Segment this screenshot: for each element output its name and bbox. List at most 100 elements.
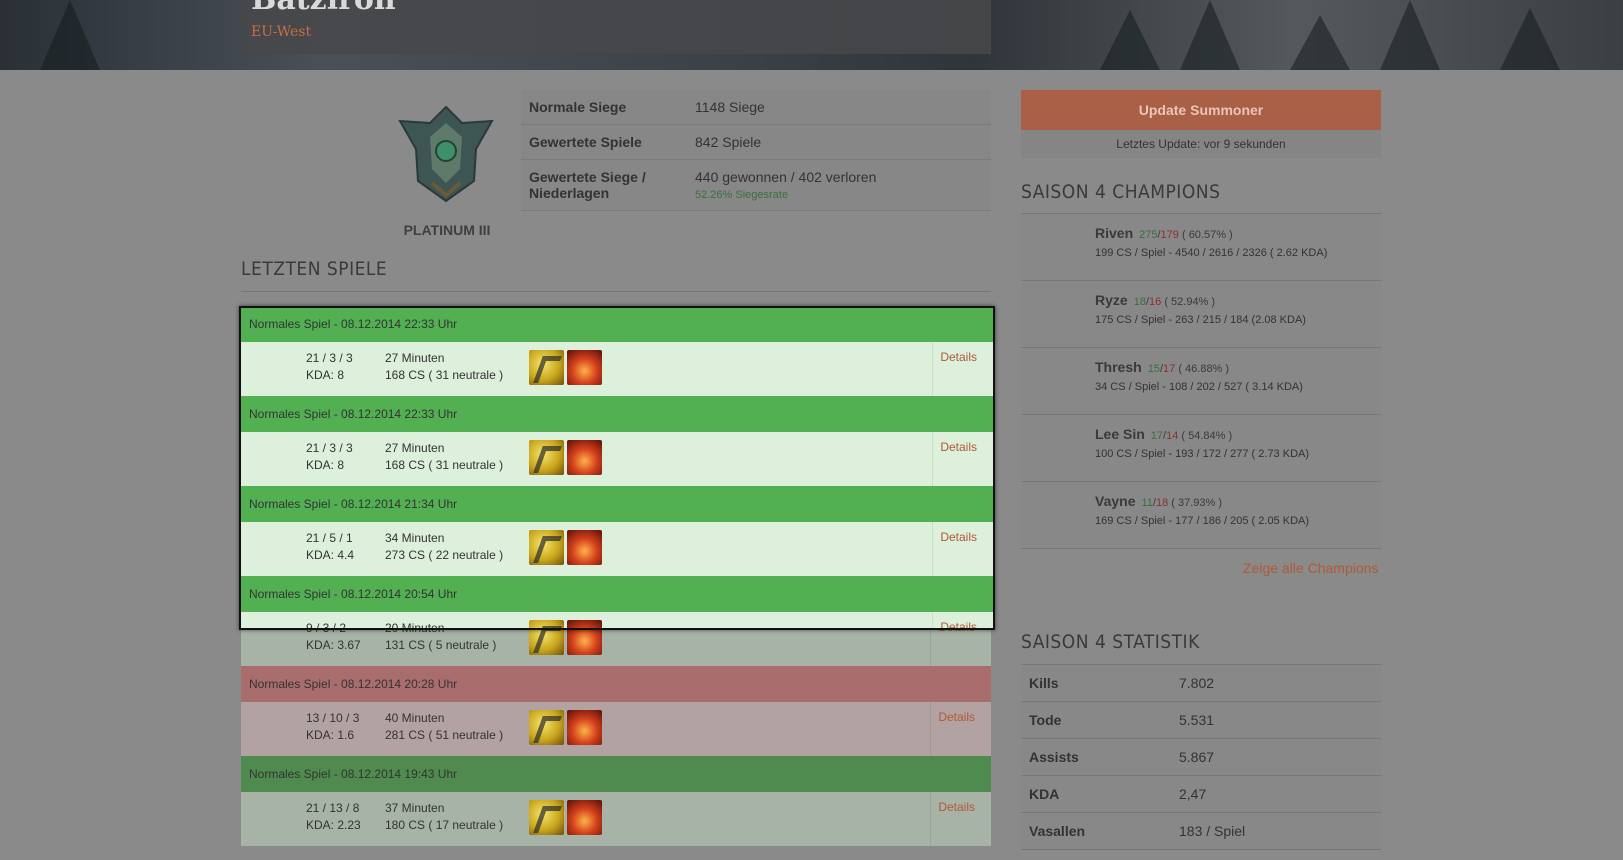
kda-ratio: KDA: 8 bbox=[306, 368, 345, 382]
champion-record: 18/16 ( 52.94% ) bbox=[1133, 296, 1216, 308]
game-details-link[interactable]: Details bbox=[938, 710, 975, 724]
champion-name: Riven bbox=[1095, 225, 1134, 241]
champion-wins: 18 bbox=[1133, 296, 1146, 308]
creep-score: 273 CS ( 22 neutrale ) bbox=[385, 548, 504, 562]
game-kda: 21 / 5 / 1 KDA: 4.4 bbox=[306, 530, 354, 564]
game-duration: 27 Minuten 168 CS ( 31 neutrale ) bbox=[385, 350, 503, 384]
champion-losses: 16 bbox=[1149, 296, 1162, 308]
creep-score: 131 CS ( 5 neutrale ) bbox=[385, 638, 497, 652]
divider bbox=[932, 342, 933, 396]
champion-name: Vayne bbox=[1095, 493, 1136, 509]
season-stat-row: Vasallen 183 / Spiel bbox=[1021, 813, 1381, 850]
stats-row: Gewertete Spiele 842 Spiele bbox=[521, 125, 991, 160]
update-summoner-button[interactable]: Update Summoner bbox=[1021, 90, 1381, 130]
champion-row: Vayne 11/18 ( 37.93% ) 169 CS / Spiel - 17… bbox=[1021, 482, 1381, 549]
season-stat-row: KDA 2,47 bbox=[1021, 776, 1381, 813]
game-details-link[interactable]: Details bbox=[940, 440, 977, 454]
champion-name: Ryze bbox=[1095, 292, 1128, 308]
game-duration: 27 Minuten 168 CS ( 31 neutrale ) bbox=[385, 440, 503, 474]
duration: 40 Minuten bbox=[385, 711, 445, 725]
stats-value: 842 Spiele bbox=[695, 134, 762, 150]
ignite-icon bbox=[567, 440, 602, 475]
champion-record: 15/17 ( 46.88% ) bbox=[1147, 363, 1230, 375]
game-kda: 9 / 3 / 2KDA: 3.67 bbox=[306, 620, 361, 628]
game-kda: 13 / 10 / 3 KDA: 1.6 bbox=[306, 710, 359, 744]
highlighted-games-popup: Normales Spiel - 08.12.2014 22:33 Uhr 21 … bbox=[239, 306, 995, 630]
champion-record: 17/14 ( 54.84% ) bbox=[1150, 430, 1233, 442]
ignite-icon bbox=[567, 800, 602, 835]
summoner-header-box: Batzlron EU-West bbox=[241, 0, 991, 54]
platinum-emblem-icon bbox=[398, 105, 494, 203]
ignite-icon bbox=[567, 710, 602, 745]
game-details-link[interactable]: Details bbox=[940, 530, 977, 544]
ignite-icon bbox=[567, 350, 602, 385]
game-details-link[interactable]: Details bbox=[940, 350, 977, 364]
game-entry: Normales Spiel - 08.12.2014 19:43 Uhr 21 … bbox=[241, 756, 991, 846]
divider bbox=[930, 792, 931, 846]
stats-label: Gewertete Spiele bbox=[529, 134, 642, 150]
duration: 37 Minuten bbox=[385, 801, 445, 815]
champion-row: Ryze 18/16 ( 52.94% ) 175 CS / Spiel - 263… bbox=[1021, 281, 1381, 348]
divider bbox=[932, 432, 933, 486]
season-stat-value: 2,47 bbox=[1179, 786, 1207, 802]
champion-name-line: Riven 275/179 ( 60.57% ) bbox=[1095, 225, 1233, 241]
recent-games-title: LETZTEN SPIELE bbox=[241, 258, 388, 280]
game-details-link[interactable]: Details bbox=[938, 800, 975, 814]
kda-ratio: KDA: 4.4 bbox=[306, 548, 355, 562]
champion-win-rate: ( 60.57% ) bbox=[1181, 229, 1233, 241]
champion-record: 11/18 ( 37.93% ) bbox=[1141, 497, 1223, 509]
season-stat-label: Tode bbox=[1029, 712, 1062, 728]
popup-games-list: Normales Spiel - 08.12.2014 22:33 Uhr 21 … bbox=[241, 308, 993, 628]
summoner-spells bbox=[529, 530, 602, 565]
creep-score: 168 CS ( 31 neutrale ) bbox=[385, 368, 504, 382]
game-body: 21 / 13 / 8 KDA: 2.23 37 Minuten 180 CS ( 1… bbox=[241, 792, 991, 846]
game-kda: 21 / 3 / 3 KDA: 8 bbox=[306, 350, 353, 384]
stats-row: Gewertete Siege / Niederlagen 440 gewonn… bbox=[521, 160, 991, 211]
game-header: Normales Spiel - 08.12.2014 20:54 Uhr bbox=[241, 576, 993, 612]
champion-name-line: Ryze 18/16 ( 52.94% ) bbox=[1095, 292, 1215, 308]
season-stat-row: Assists 5.867 bbox=[1021, 739, 1381, 776]
divider bbox=[932, 522, 933, 576]
champion-name-line: Lee Sin 17/14 ( 54.84% ) bbox=[1095, 426, 1232, 442]
game-details-link[interactable]: Details bbox=[940, 620, 977, 628]
kda-line: 21 / 13 / 8 bbox=[306, 801, 360, 815]
game-body: 13 / 10 / 3 KDA: 1.6 40 Minuten 281 CS ( 51… bbox=[241, 702, 991, 756]
champion-win-rate: ( 46.88% ) bbox=[1178, 363, 1230, 375]
game-header: Normales Spiel - 08.12.2014 20:28 Uhr bbox=[241, 666, 991, 702]
champion-wins: 11 bbox=[1141, 497, 1153, 509]
champion-win-rate: ( 54.84% ) bbox=[1181, 430, 1233, 442]
duration: 27 Minuten bbox=[385, 441, 445, 455]
game-duration: 37 Minuten 180 CS ( 17 neutrale ) bbox=[385, 800, 503, 834]
season-stat-value: 183 / Spiel bbox=[1179, 823, 1246, 839]
season-stats-table: Kills 7.802 Tode 5.531 Assists 5.867 KDA 2,47 Va… bbox=[1021, 665, 1381, 850]
season-stat-row: Kills 7.802 bbox=[1021, 665, 1381, 702]
game-header: Normales Spiel - 08.12.2014 22:33 Uhr bbox=[241, 396, 993, 432]
ignite-icon bbox=[567, 620, 602, 628]
season-stat-label: Assists bbox=[1029, 749, 1079, 765]
game-entry: Normales Spiel - 08.12.2014 20:54 Uhr 9 /… bbox=[241, 576, 993, 628]
game-entry: Normales Spiel - 08.12.2014 22:33 Uhr21 … bbox=[241, 308, 993, 396]
ignite-icon bbox=[567, 530, 602, 565]
kda-line: 21 / 3 / 3 bbox=[306, 441, 353, 455]
duration: 34 Minuten bbox=[385, 531, 445, 545]
flash-icon bbox=[529, 620, 564, 628]
champion-losses: 18 bbox=[1155, 497, 1169, 509]
champion-stats: 100 CS / Spiel - 193 / 172 / 277 ( 2.73 … bbox=[1095, 448, 1310, 460]
season-stat-label: Kills bbox=[1029, 675, 1059, 691]
game-kda: 21 / 13 / 8 KDA: 2.23 bbox=[306, 800, 361, 834]
champion-stats: 175 CS / Spiel - 263 / 215 / 184 (2.08 K… bbox=[1095, 314, 1306, 326]
divider bbox=[241, 291, 991, 292]
champion-name-line: Thresh 15/17 ( 46.88% ) bbox=[1095, 359, 1229, 375]
summoner-spells bbox=[529, 350, 602, 385]
champions-title: SAISON 4 CHAMPIONS bbox=[1021, 181, 1221, 203]
summoner-region: EU-West bbox=[251, 24, 312, 40]
champion-name: Thresh bbox=[1095, 359, 1142, 375]
creep-score: 180 CS ( 17 neutrale ) bbox=[385, 818, 504, 832]
season-stat-label: KDA bbox=[1029, 786, 1060, 802]
game-entry: Normales Spiel - 08.12.2014 22:33 Uhr 21 … bbox=[241, 396, 993, 486]
show-all-champions-link[interactable]: Zeige alle Champions bbox=[1243, 560, 1378, 576]
creep-score: 168 CS ( 31 neutrale ) bbox=[385, 458, 504, 472]
champion-wins: 275 bbox=[1139, 229, 1158, 241]
champion-wins: 17 bbox=[1150, 430, 1164, 442]
champion-name-line: Vayne 11/18 ( 37.93% ) bbox=[1095, 493, 1222, 509]
